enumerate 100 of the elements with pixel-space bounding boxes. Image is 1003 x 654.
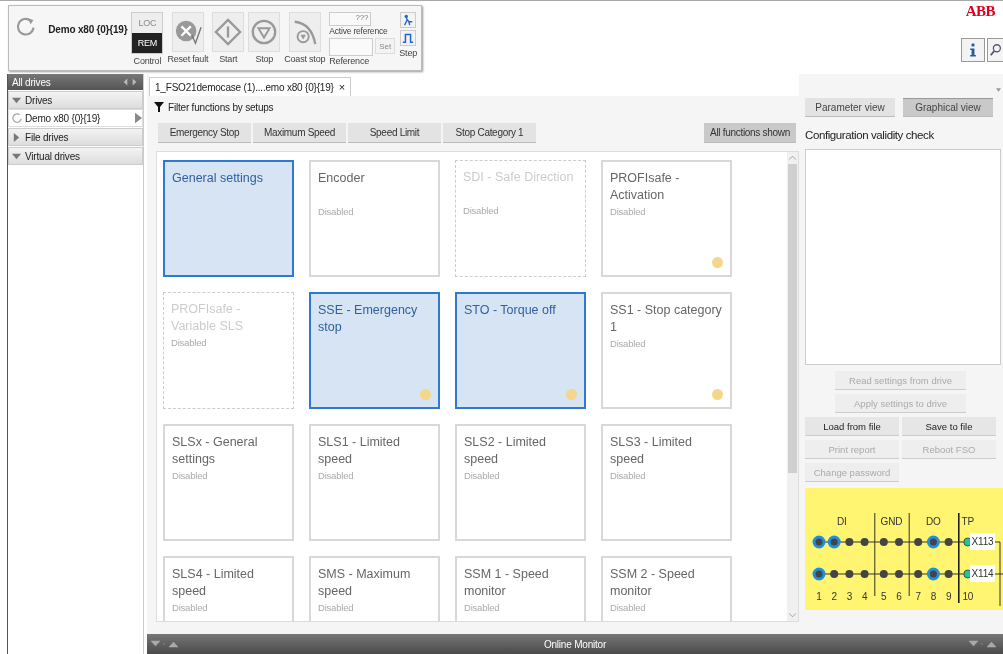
- validity-title: Configuration validity check: [805, 129, 935, 141]
- terminal-group-label: DO: [926, 516, 941, 527]
- action-button[interactable]: Load from file: [805, 417, 899, 436]
- step-caption: Step: [399, 48, 417, 58]
- scrollbar-thumb[interactable]: [788, 164, 797, 473]
- pointer-triangle-icon: [135, 112, 142, 124]
- scroll-up-icon[interactable]: [789, 155, 796, 160]
- function-card[interactable]: SSE - Emergency stop: [309, 292, 440, 409]
- filter-icon[interactable]: [154, 102, 164, 112]
- set-button[interactable]: Set: [375, 38, 396, 54]
- function-card[interactable]: SSM 1 - Speed monitor Disabled: [455, 556, 586, 621]
- function-title: SLS2 - Limited speed: [464, 434, 547, 468]
- pin-number: 10: [962, 591, 974, 602]
- info-button[interactable]: [961, 38, 985, 62]
- connector-label: X113: [970, 533, 995, 550]
- reference-caption: Reference: [329, 56, 369, 66]
- sidebar-group[interactable]: File drives: [8, 128, 143, 146]
- function-title: SSE - Emergency stop: [318, 302, 419, 336]
- online-monitor-title: Online Monitor: [543, 638, 607, 650]
- status-dot: [566, 389, 577, 400]
- step-mode-button[interactable]: [400, 12, 417, 28]
- function-status: Disabled: [610, 338, 647, 349]
- terminal-group-label: TP: [961, 516, 974, 527]
- function-card[interactable]: SSM 2 - Speed monitor Disabled: [601, 556, 732, 621]
- step-pulse-button[interactable]: [400, 30, 417, 46]
- function-card[interactable]: SMS - Maximum speed Disabled: [309, 556, 440, 621]
- search-icon: [988, 43, 1003, 57]
- expanded-triangle-icon: [12, 95, 21, 105]
- pin-number: 4: [861, 591, 868, 602]
- sidebar-group[interactable]: Virtual drives: [8, 147, 143, 165]
- scroll-down-icon[interactable]: [789, 613, 796, 618]
- function-title: General settings: [172, 170, 265, 187]
- setup-filter-button[interactable]: Stop Category 1: [443, 123, 536, 143]
- view-tab[interactable]: Parameter view: [805, 98, 895, 117]
- function-card[interactable]: STO - Torque off: [455, 292, 586, 409]
- reference-input[interactable]: [329, 38, 374, 56]
- coast-button[interactable]: [288, 12, 321, 52]
- function-status: Disabled: [610, 206, 647, 217]
- function-title: SMS - Maximum speed: [318, 566, 412, 600]
- all-functions-button[interactable]: All functions shown: [704, 123, 796, 143]
- stop-button[interactable]: [248, 12, 281, 52]
- setup-filter-button[interactable]: Emergency Stop: [158, 123, 251, 143]
- function-title: SLS1 - Limited speed: [318, 434, 401, 468]
- coast-caption: Coast stop: [284, 54, 326, 64]
- function-status: Disabled: [171, 337, 208, 348]
- stop-icon: [250, 18, 279, 46]
- function-card[interactable]: SLS3 - Limited speed Disabled: [601, 424, 732, 541]
- function-status: Disabled: [464, 602, 501, 613]
- diamond-icon: [214, 18, 243, 46]
- function-status: Disabled: [318, 206, 355, 217]
- close-tab-button[interactable]: ×: [338, 81, 345, 93]
- function-status: Disabled: [610, 602, 647, 613]
- collapse-arrows-icon[interactable]: [969, 640, 999, 648]
- control-option[interactable]: LOC: [132, 13, 163, 33]
- setup-filter-button[interactable]: Speed Limit: [348, 123, 441, 143]
- document-tab[interactable]: 1_FSO21democase (1)....emo x80 {0}{19} ×: [149, 77, 351, 96]
- collapse-arrows-icon[interactable]: [151, 640, 181, 648]
- filter-label: Filter functions by setups: [168, 101, 274, 113]
- start-caption: Start: [219, 54, 238, 64]
- function-card[interactable]: General settings: [163, 160, 294, 277]
- status-dot: [712, 389, 723, 400]
- sidebar-item[interactable]: Demo x80 {0}{19}: [8, 109, 143, 127]
- pin-number: 5: [881, 591, 887, 602]
- control-option[interactable]: REM: [132, 33, 163, 53]
- connector-bracket-line: [994, 541, 1003, 607]
- action-button[interactable]: Save to file: [902, 417, 996, 436]
- pin-number: 7: [915, 591, 921, 602]
- function-status: Disabled: [172, 602, 209, 613]
- function-title: SSM 1 - Speed monitor: [464, 566, 550, 600]
- function-card[interactable]: Encoder Disabled: [309, 160, 440, 277]
- arrows-icon[interactable]: [121, 77, 139, 87]
- start-button[interactable]: [212, 12, 245, 52]
- terminal-group-label: DI: [837, 516, 847, 527]
- pin-number: 8: [930, 591, 937, 602]
- function-card[interactable]: SLS1 - Limited speed Disabled: [309, 424, 440, 541]
- function-status: Disabled: [318, 602, 355, 613]
- function-status: Disabled: [172, 470, 209, 481]
- function-card[interactable]: SLS2 - Limited speed Disabled: [455, 424, 586, 541]
- function-title: SLS4 - Limited speed: [172, 566, 255, 600]
- function-card[interactable]: SS1 - Stop category 1 Disabled: [601, 292, 732, 409]
- collapsed-triangle-icon: [12, 132, 21, 142]
- search-button[interactable]: [987, 38, 1003, 62]
- sidebar-title: All drives: [12, 76, 51, 88]
- function-title: SLSx - General settings: [172, 434, 259, 468]
- reset-button[interactable]: [171, 12, 204, 52]
- brand-logo: ABB: [965, 3, 995, 20]
- function-title: STO - Torque off: [464, 302, 557, 319]
- connector-label: X114: [970, 565, 995, 582]
- setup-filter-button[interactable]: Maximum Speed: [253, 123, 346, 143]
- vertical-scrollbar[interactable]: [787, 152, 798, 621]
- dropdown-caret-icon[interactable]: [996, 88, 1001, 92]
- sidebar-group[interactable]: Drives: [8, 91, 143, 109]
- view-tab[interactable]: Graphical view: [903, 98, 993, 117]
- function-card[interactable]: PROFIsafe - Activation Disabled: [601, 160, 732, 277]
- control-toggle[interactable]: LOC REM: [131, 12, 164, 54]
- active-reference-label: Active reference: [329, 26, 388, 36]
- function-title: SSM 2 - Speed monitor: [610, 566, 696, 600]
- function-card[interactable]: SLS4 - Limited speed Disabled: [163, 556, 294, 621]
- pin-number: 9: [945, 591, 952, 602]
- function-card[interactable]: SLSx - General settings Disabled: [163, 424, 294, 541]
